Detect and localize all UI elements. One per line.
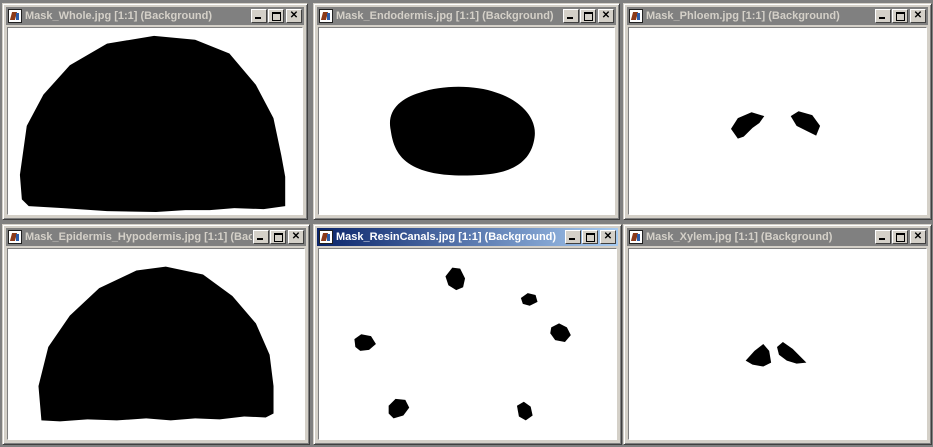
image-canvas[interactable] <box>628 248 927 440</box>
window-title: Mask_Phloem.jpg [1:1] (Background) <box>646 10 840 22</box>
maximize-icon <box>583 231 597 243</box>
mask-region-resin-canal <box>388 398 410 419</box>
minimize-button[interactable] <box>875 230 891 244</box>
minimize-button[interactable] <box>253 230 269 244</box>
mask-image <box>745 342 807 367</box>
mask-region-xylem-left <box>745 344 772 367</box>
image-canvas[interactable] <box>7 248 305 440</box>
mask-region-resin-canal <box>516 401 533 421</box>
maximize-icon <box>581 10 595 22</box>
window-title: Mask_ResinCanals.jpg [1:1] (Background) <box>336 231 557 243</box>
close-button[interactable]: ✕ <box>600 230 616 244</box>
minimize-button[interactable] <box>563 9 579 23</box>
close-icon: ✕ <box>913 10 923 21</box>
window-mask-epidermis-hypodermis[interactable]: Mask_Epidermis_Hypodermis.jpg [1:1] (Bac… <box>2 224 310 445</box>
close-icon: ✕ <box>291 231 301 242</box>
window-mask-resincanals[interactable]: Mask_ResinCanals.jpg [1:1] (Background) … <box>313 224 622 445</box>
mask-region-resin-canal <box>520 293 538 306</box>
window-title: Mask_Epidermis_Hypodermis.jpg [1:1] (Bac… <box>25 231 252 243</box>
window-mask-xylem[interactable]: Mask_Xylem.jpg [1:1] (Background) ✕ <box>623 224 932 445</box>
maximize-button[interactable] <box>270 230 286 244</box>
minimize-button[interactable] <box>565 230 581 244</box>
image-canvas[interactable] <box>7 27 303 215</box>
mask-image <box>354 267 571 421</box>
window-titlebar[interactable]: Mask_Whole.jpg [1:1] (Background) ✕ <box>6 7 304 25</box>
mask-region-epidermis-hypodermis <box>38 266 274 422</box>
maximize-icon <box>893 10 907 22</box>
image-document-icon[interactable] <box>8 9 22 23</box>
window-mask-endodermis[interactable]: Mask_Endodermis.jpg [1:1] (Background) ✕ <box>313 3 620 220</box>
window-titlebar[interactable]: Mask_Phloem.jpg [1:1] (Background) ✕ <box>627 7 928 25</box>
image-document-icon[interactable] <box>319 230 333 244</box>
window-mask-phloem[interactable]: Mask_Phloem.jpg [1:1] (Background) ✕ <box>623 3 932 220</box>
window-title: Mask_Xylem.jpg [1:1] (Background) <box>646 231 833 243</box>
mask-region-endodermis <box>389 86 535 176</box>
maximize-icon <box>893 231 907 243</box>
image-canvas[interactable] <box>628 27 927 215</box>
window-title: Mask_Whole.jpg [1:1] (Background) <box>25 10 213 22</box>
minimize-icon <box>564 10 578 22</box>
image-canvas[interactable] <box>318 248 617 440</box>
maximize-button[interactable] <box>892 230 908 244</box>
window-title: Mask_Endodermis.jpg [1:1] (Background) <box>336 10 554 22</box>
mask-image <box>389 86 535 176</box>
mask-region-resin-canal <box>354 334 376 351</box>
maximize-button[interactable] <box>892 9 908 23</box>
minimize-icon <box>876 10 890 22</box>
close-icon: ✕ <box>289 10 299 21</box>
close-button[interactable]: ✕ <box>286 9 302 23</box>
window-titlebar[interactable]: Mask_ResinCanals.jpg [1:1] (Background) … <box>317 228 618 246</box>
image-document-icon[interactable] <box>629 230 643 244</box>
minimize-icon <box>254 231 268 243</box>
minimize-button[interactable] <box>251 9 267 23</box>
image-document-icon[interactable] <box>629 9 643 23</box>
mask-region-phloem-right <box>790 111 821 136</box>
mask-image <box>731 111 821 139</box>
close-button[interactable]: ✕ <box>288 230 304 244</box>
maximize-icon <box>269 10 283 22</box>
minimize-icon <box>252 10 266 22</box>
window-titlebar[interactable]: Mask_Xylem.jpg [1:1] (Background) ✕ <box>627 228 928 246</box>
close-icon: ✕ <box>603 231 613 242</box>
image-document-icon[interactable] <box>8 230 22 244</box>
maximize-button[interactable] <box>580 9 596 23</box>
minimize-button[interactable] <box>875 9 891 23</box>
close-icon: ✕ <box>913 231 923 242</box>
window-mask-whole[interactable]: Mask_Whole.jpg [1:1] (Background) ✕ <box>2 3 308 220</box>
minimize-icon <box>566 231 580 243</box>
mask-region-xylem-right <box>777 342 807 364</box>
mask-region-resin-canal <box>550 323 571 343</box>
mask-region-phloem-left <box>731 112 765 139</box>
close-icon: ✕ <box>601 10 611 21</box>
mask-image <box>38 266 274 422</box>
mask-region-resin-canal <box>445 267 466 291</box>
window-titlebar[interactable]: Mask_Epidermis_Hypodermis.jpg [1:1] (Bac… <box>6 228 306 246</box>
maximize-button[interactable] <box>268 9 284 23</box>
mask-image <box>19 35 286 213</box>
maximize-button[interactable] <box>582 230 598 244</box>
mask-region-whole <box>19 35 286 213</box>
image-canvas[interactable] <box>318 27 615 215</box>
close-button[interactable]: ✕ <box>910 230 926 244</box>
close-button[interactable]: ✕ <box>910 9 926 23</box>
image-document-icon[interactable] <box>319 9 333 23</box>
window-titlebar[interactable]: Mask_Endodermis.jpg [1:1] (Background) ✕ <box>317 7 616 25</box>
close-button[interactable]: ✕ <box>598 9 614 23</box>
minimize-icon <box>876 231 890 243</box>
maximize-icon <box>271 231 285 243</box>
